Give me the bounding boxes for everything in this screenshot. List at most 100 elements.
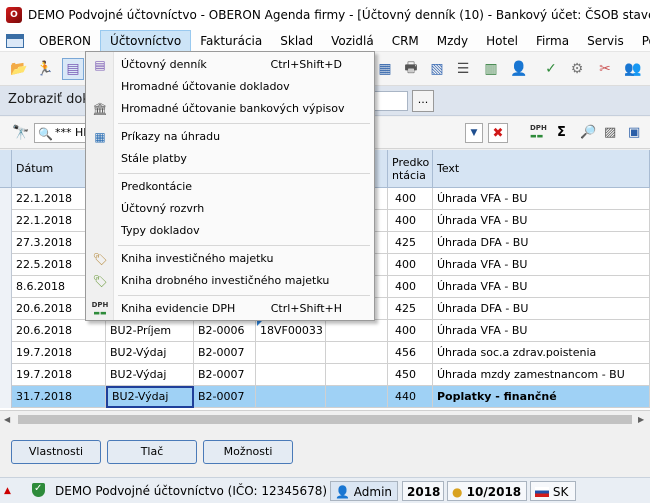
- menu-sklad[interactable]: Sklad: [271, 30, 322, 51]
- table-cell-cislo[interactable]: B2-0007: [194, 364, 256, 386]
- table-cell-text[interactable]: Úhrada VFA - BU: [433, 188, 650, 210]
- table-cell-datum[interactable]: 19.7.2018: [12, 364, 106, 386]
- table-cell-predkontacia[interactable]: 400: [388, 320, 433, 342]
- table-cell-cislo[interactable]: B2-0007: [194, 386, 256, 408]
- window-menu-icon[interactable]: [6, 33, 24, 48]
- moznosti-button[interactable]: Možnosti: [203, 440, 293, 464]
- run-icon[interactable]: 🏃: [34, 58, 56, 80]
- status-user[interactable]: 👤 Admin: [330, 481, 398, 501]
- col-header-text[interactable]: Text: [433, 150, 650, 188]
- row-selector[interactable]: [0, 210, 12, 232]
- table-cell-predkontacia[interactable]: 400: [388, 210, 433, 232]
- table-cell-vs[interactable]: [256, 364, 326, 386]
- table-cell-typ[interactable]: BU2-Príjem: [106, 320, 194, 342]
- calendar-icon[interactable]: ✓: [540, 58, 562, 80]
- menu-item-stale-platby[interactable]: Stále platby: [86, 148, 374, 170]
- dph-icon[interactable]: DPH ▬▬: [530, 124, 547, 140]
- user-icon[interactable]: 👤: [508, 58, 530, 80]
- filter-document-icon[interactable]: ▨: [604, 125, 616, 140]
- table-cell-predkontacia[interactable]: 400: [388, 188, 433, 210]
- table-icon[interactable]: ▥: [480, 58, 502, 80]
- row-selector[interactable]: [0, 232, 12, 254]
- zoom-document-icon[interactable]: 🔎: [580, 125, 596, 140]
- table-cell-vs[interactable]: [256, 342, 326, 364]
- col-header-predkontacia[interactable]: Predko ntácia: [388, 150, 433, 188]
- menu-item-hromadne-uctovanie-dokladov[interactable]: Hromadné účtovanie dokladov: [86, 76, 374, 98]
- table-cell-typ[interactable]: BU2-Výdaj: [106, 364, 194, 386]
- menu-fakturacia[interactable]: Fakturácia: [191, 30, 271, 51]
- menu-item-hromadne-uctovanie-vypisov[interactable]: 🏛 Hromadné účtovanie bankových výpisov: [86, 98, 374, 120]
- menu-firma[interactable]: Firma: [527, 30, 578, 51]
- search-dropdown-arrow[interactable]: ▼: [465, 123, 483, 143]
- menu-item-kniha-investicneho-majetku[interactable]: 🏷 Kniha investičného majetku: [86, 248, 374, 270]
- menu-item-predkontacie[interactable]: Predkontácie: [86, 176, 374, 198]
- status-language[interactable]: SK: [530, 481, 576, 501]
- table-cell-predkontacia[interactable]: 425: [388, 232, 433, 254]
- row-selector[interactable]: [0, 276, 12, 298]
- binoculars-icon[interactable]: 🔭: [12, 125, 29, 141]
- table-cell-predkontacia[interactable]: 440: [388, 386, 433, 408]
- table-cell-cislo[interactable]: B2-0007: [194, 342, 256, 364]
- table-cell-text[interactable]: Úhrada mzdy zamestnancom - BU: [433, 364, 650, 386]
- sum-icon[interactable]: Σ: [557, 125, 566, 140]
- row-selector[interactable]: [0, 364, 12, 386]
- calculator-icon[interactable]: ▦: [374, 58, 396, 80]
- table-cell-typ[interactable]: BU2-Výdaj: [106, 386, 194, 408]
- status-year[interactable]: 2018: [402, 481, 444, 501]
- table-cell-text[interactable]: Úhrada DFA - BU: [433, 298, 650, 320]
- filter-field[interactable]: [374, 91, 408, 111]
- row-selector[interactable]: [0, 188, 12, 210]
- horizontal-scrollbar[interactable]: ◀ ▶: [0, 410, 650, 428]
- export-icon[interactable]: ▣: [628, 125, 640, 140]
- row-selector[interactable]: [0, 298, 12, 320]
- row-selector[interactable]: [0, 342, 12, 364]
- menu-item-uctovny-rozvrh[interactable]: Účtovný rozvrh: [86, 198, 374, 220]
- menu-crm[interactable]: CRM: [383, 30, 428, 51]
- menu-oberon[interactable]: OBERON: [30, 30, 100, 51]
- list-icon[interactable]: ☰: [452, 58, 474, 80]
- row-selector[interactable]: [0, 254, 12, 276]
- table-cell[interactable]: [326, 320, 388, 342]
- person-gear-icon[interactable]: 👥: [622, 58, 644, 80]
- table-cell-text[interactable]: Úhrada DFA - BU: [433, 232, 650, 254]
- table-row[interactable]: 31.7.2018 BU2-Výdaj B2-0007 440 Poplatky - f…: [0, 386, 650, 408]
- settings-icon[interactable]: ⚙: [566, 58, 588, 80]
- table-cell[interactable]: [326, 342, 388, 364]
- row-selector[interactable]: [0, 386, 12, 408]
- table-cell-predkontacia[interactable]: 400: [388, 254, 433, 276]
- open-folder-icon[interactable]: 📂: [8, 58, 30, 80]
- menu-mzdy[interactable]: Mzdy: [428, 30, 477, 51]
- filter-browse-button[interactable]: ...: [412, 90, 434, 112]
- table-cell-cislo[interactable]: B2-0006: [194, 320, 256, 342]
- table-row[interactable]: 20.6.2018 BU2-Príjem B2-0006 18VF00033 400 Úh…: [0, 320, 650, 342]
- menu-servis[interactable]: Servis: [578, 30, 633, 51]
- table-cell-vs[interactable]: [256, 386, 326, 408]
- table-cell-text[interactable]: Poplatky - finančné: [433, 386, 650, 408]
- menu-item-kniha-evidencie-dph[interactable]: DPH ▬▬ Kniha evidencie DPH Ctrl+Shift+H: [86, 298, 374, 320]
- table-cell-datum[interactable]: 20.6.2018: [12, 320, 106, 342]
- table-cell-predkontacia[interactable]: 425: [388, 298, 433, 320]
- journal-icon[interactable]: ▤: [62, 58, 84, 80]
- table-cell-datum[interactable]: 31.7.2018: [12, 386, 106, 408]
- table-cell-predkontacia[interactable]: 450: [388, 364, 433, 386]
- table-cell-text[interactable]: Úhrada soc.a zdrav.poistenia: [433, 342, 650, 364]
- tlac-button[interactable]: Tlač: [107, 440, 197, 464]
- status-period[interactable]: ● 10/2018: [447, 481, 527, 501]
- row-selector[interactable]: [0, 320, 12, 342]
- print-icon[interactable]: 🖶: [400, 58, 422, 80]
- scroll-right-arrow-icon[interactable]: ▶: [638, 415, 644, 424]
- scroll-left-arrow-icon[interactable]: ◀: [4, 415, 10, 424]
- table-cell-text[interactable]: Úhrada VFA - BU: [433, 276, 650, 298]
- menu-uctovnictvo[interactable]: Účtovníctvo: [100, 30, 192, 51]
- table-cell-predkontacia[interactable]: 456: [388, 342, 433, 364]
- menu-item-uctovny-dennik[interactable]: ▤ Účtovný denník Ctrl+Shift+D: [86, 54, 374, 76]
- table-cell-text[interactable]: Úhrada VFA - BU: [433, 320, 650, 342]
- document-icon[interactable]: ▧: [426, 58, 448, 80]
- tools-icon[interactable]: ✂: [594, 58, 616, 80]
- menu-item-typy-dokladov[interactable]: Typy dokladov: [86, 220, 374, 242]
- table-cell-text[interactable]: Úhrada VFA - BU: [433, 210, 650, 232]
- table-cell-vs[interactable]: 18VF00033: [256, 320, 326, 342]
- scrollbar-thumb[interactable]: [18, 415, 632, 424]
- menu-hotel[interactable]: Hotel: [477, 30, 527, 51]
- menu-item-prikazy-na-uhradu[interactable]: ▦ Príkazy na úhradu: [86, 126, 374, 148]
